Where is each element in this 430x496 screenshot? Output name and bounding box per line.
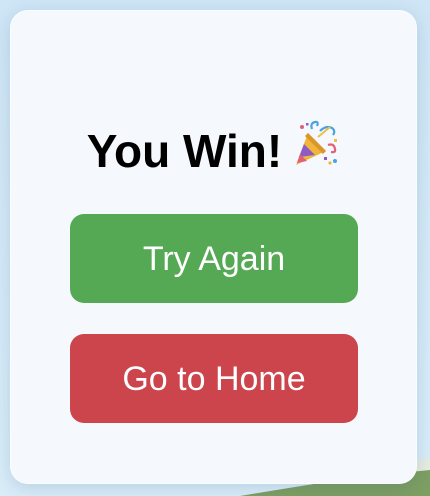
win-dialog: You Win! Try Again Go to Home bbox=[10, 10, 417, 484]
win-title-text: You Win! bbox=[86, 125, 283, 177]
try-again-button[interactable]: Try Again bbox=[70, 214, 358, 303]
go-to-home-button[interactable]: Go to Home bbox=[70, 334, 358, 423]
party-popper-icon bbox=[290, 119, 340, 182]
win-title: You Win! bbox=[10, 119, 417, 186]
